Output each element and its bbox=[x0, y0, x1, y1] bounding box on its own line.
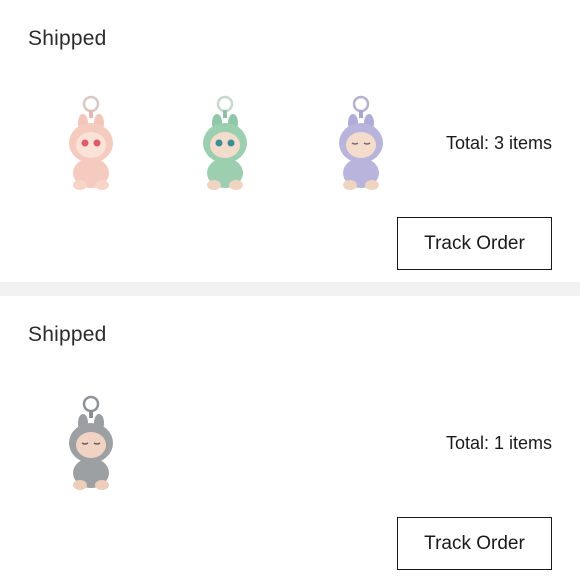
order-status: Shipped bbox=[28, 323, 107, 346]
plush-keychain-lavender-icon[interactable] bbox=[326, 95, 396, 195]
plush-keychain-pink-icon[interactable] bbox=[56, 95, 126, 195]
track-order-button[interactable]: Track Order bbox=[397, 217, 552, 270]
plush-keychain-green-icon[interactable] bbox=[190, 95, 260, 195]
order-card: Shipped Total: 3 items Track Order bbox=[0, 0, 580, 282]
section-divider bbox=[0, 282, 580, 296]
order-total: Total: 3 items bbox=[445, 133, 552, 153]
order-total: Total: 1 items bbox=[445, 433, 552, 453]
track-order-button[interactable]: Track Order bbox=[397, 517, 552, 570]
plush-keychain-gray-icon[interactable] bbox=[56, 395, 126, 495]
order-status: Shipped bbox=[28, 27, 107, 50]
order-card: Shipped Total: 1 items Track Order bbox=[0, 296, 580, 580]
